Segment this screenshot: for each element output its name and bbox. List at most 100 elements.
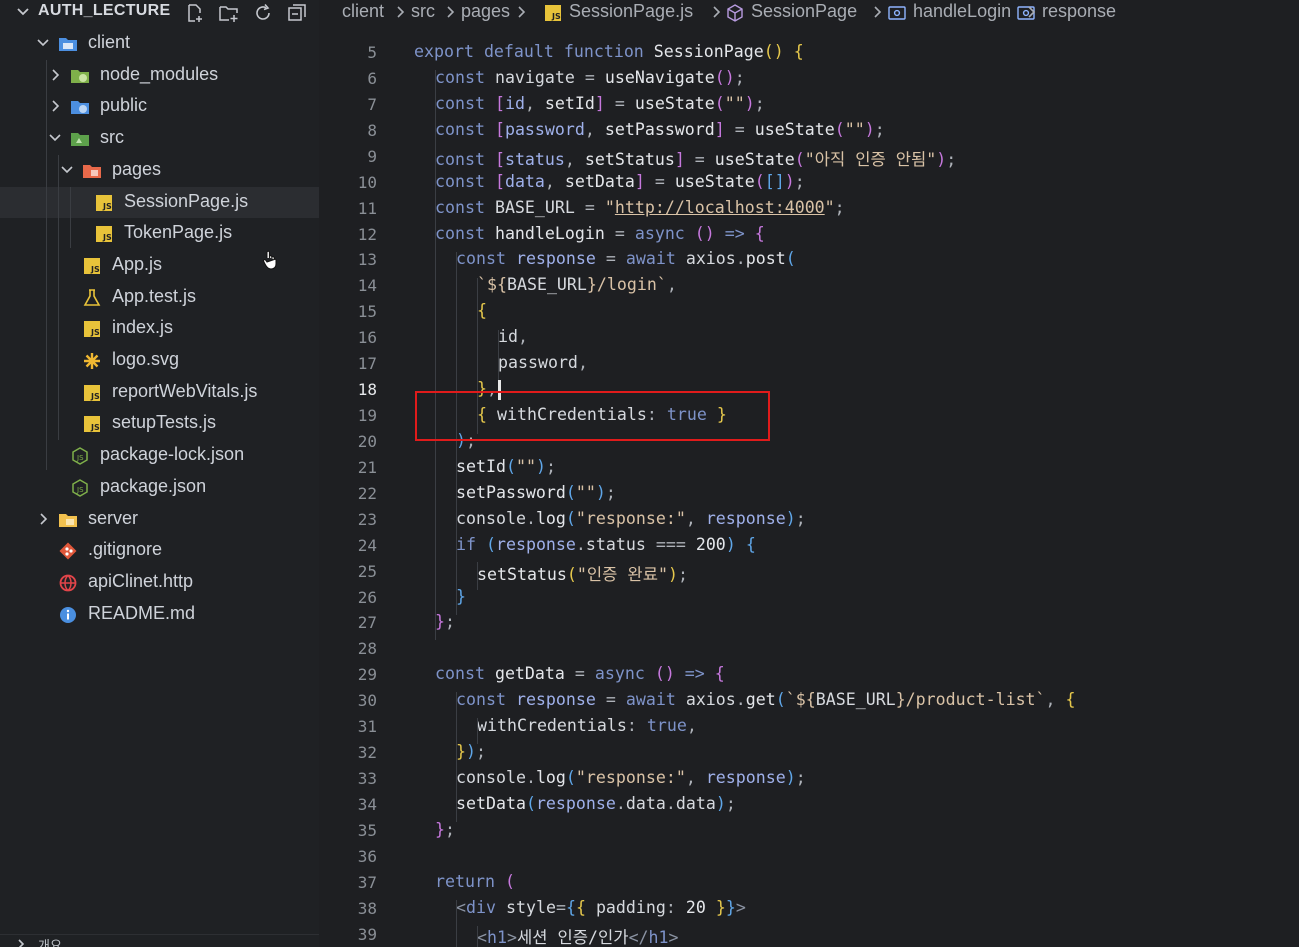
code-token: = bbox=[644, 171, 675, 191]
code-line[interactable]: <h1>세션 인증/인가</h1> bbox=[477, 924, 679, 947]
code-token: . bbox=[735, 690, 746, 710]
code-token: response bbox=[515, 249, 596, 269]
breadcrumb-item[interactable]: response bbox=[1042, 1, 1116, 22]
chevron-right-icon[interactable] bbox=[46, 97, 64, 115]
tree-item-server[interactable]: server bbox=[0, 504, 319, 535]
tree-item-app-test-js[interactable]: App.test.js bbox=[0, 282, 319, 313]
line-number: 6 bbox=[367, 68, 377, 88]
chevron-right-icon[interactable] bbox=[34, 510, 52, 528]
svg-text:JS: JS bbox=[102, 233, 112, 242]
chevron-down-icon[interactable] bbox=[14, 3, 32, 21]
chevron-right-icon[interactable] bbox=[46, 66, 64, 84]
code-line[interactable]: const [id, setId] = useState(""); bbox=[435, 94, 765, 113]
code-token: ; bbox=[754, 93, 765, 113]
code-line[interactable]: <div style={{ padding: 20 }}> bbox=[456, 898, 746, 917]
code-token: data bbox=[504, 171, 545, 191]
tree-item-index-js[interactable]: JS index.js bbox=[0, 313, 319, 344]
outline-section-header[interactable]: 개요 bbox=[0, 934, 319, 947]
chevron-down-icon[interactable] bbox=[34, 34, 52, 52]
code-line[interactable]: setStatus("인증 완료"); bbox=[477, 561, 688, 585]
code-token: = bbox=[684, 149, 715, 169]
code-line[interactable]: const getData = async () => { bbox=[435, 664, 725, 683]
breadcrumb-item[interactable]: src bbox=[411, 1, 435, 22]
tree-item-src[interactable]: src bbox=[0, 123, 319, 154]
collapse-all-icon[interactable] bbox=[286, 2, 308, 24]
code-line[interactable]: console.log("response:", response); bbox=[456, 768, 806, 787]
code-line[interactable]: const BASE_URL = "http://localhost:4000"… bbox=[435, 198, 845, 217]
breadcrumb-item[interactable]: SessionPage.js bbox=[569, 1, 693, 22]
chevron-down-icon[interactable] bbox=[46, 129, 64, 147]
code-line[interactable]: const response = await axios.get(`${BASE… bbox=[456, 690, 1076, 709]
code-token: BASE_URL bbox=[494, 197, 575, 217]
tree-item-reportwebvitals-js[interactable]: JS reportWebVitals.js bbox=[0, 377, 319, 408]
tree-item-sessionpage-js[interactable]: JS SessionPage.js bbox=[0, 186, 319, 218]
code-line[interactable]: setPassword(""); bbox=[456, 483, 616, 502]
code-token: < bbox=[477, 927, 487, 947]
new-file-icon[interactable] bbox=[184, 2, 206, 24]
code-token: { bbox=[754, 223, 765, 243]
code-line[interactable]: const [status, setStatus] = useState("아직… bbox=[435, 146, 956, 170]
breadcrumb-item[interactable]: client bbox=[342, 1, 384, 22]
tree-item-label: index.js bbox=[112, 317, 174, 338]
chevron-down-icon[interactable] bbox=[58, 161, 76, 179]
code-line[interactable]: return ( bbox=[435, 872, 515, 891]
tree-item-pages[interactable]: pages bbox=[0, 155, 319, 186]
tree-item-package-json[interactable]: JS package.json bbox=[0, 472, 319, 503]
code-token: `${ bbox=[785, 690, 816, 710]
breadcrumb-item[interactable]: SessionPage bbox=[751, 1, 857, 22]
breadcrumb-item[interactable]: pages bbox=[461, 1, 510, 22]
code-token: "" bbox=[844, 119, 865, 139]
code-line[interactable]: if (response.status === 200) { bbox=[456, 535, 756, 554]
refresh-icon[interactable] bbox=[252, 2, 274, 24]
code-token: { bbox=[477, 301, 487, 321]
code-token: get bbox=[745, 690, 776, 710]
code-token: ( bbox=[504, 871, 515, 891]
tree-item-setuptests-js[interactable]: JS setupTests.js bbox=[0, 408, 319, 439]
code-token: , bbox=[686, 716, 697, 736]
new-folder-icon[interactable] bbox=[218, 2, 240, 24]
explorer-header[interactable]: AUTH_LECTURE bbox=[0, 0, 319, 26]
code-line[interactable]: }); bbox=[456, 742, 486, 761]
code-line[interactable]: }; bbox=[435, 820, 455, 839]
tree-item-client[interactable]: client bbox=[0, 28, 319, 59]
tree-item-readme-md[interactable]: README.md bbox=[0, 599, 319, 630]
js-file-icon: JS bbox=[84, 321, 100, 338]
code-line[interactable]: setId(""); bbox=[456, 457, 556, 476]
tree-item-apiclinet-http[interactable]: apiClinet.http bbox=[0, 567, 319, 598]
code-line[interactable]: id, bbox=[498, 327, 528, 346]
code-token: === bbox=[645, 534, 696, 554]
line-number: 12 bbox=[357, 224, 377, 244]
code-token: ) bbox=[667, 564, 678, 584]
tree-item-gitignore[interactable]: .gitignore bbox=[0, 535, 319, 566]
code-line[interactable]: withCredentials: true, bbox=[477, 716, 697, 735]
tree-item-tokenpage-js[interactable]: JS TokenPage.js bbox=[0, 218, 319, 249]
code-line[interactable]: const [data, setData] = useState([]); bbox=[435, 172, 805, 191]
chevron-right-icon[interactable] bbox=[14, 937, 28, 947]
code-line[interactable]: const navigate = useNavigate(); bbox=[435, 68, 745, 87]
code-line[interactable]: password, bbox=[498, 353, 588, 372]
code-token: ; bbox=[734, 67, 745, 87]
code-line[interactable]: { bbox=[477, 301, 487, 320]
tree-item-public[interactable]: public bbox=[0, 91, 319, 122]
code-token: `${ bbox=[477, 275, 507, 295]
code-token: ( bbox=[565, 482, 576, 502]
code-token: password bbox=[498, 353, 578, 373]
code-token: BASE_URL bbox=[815, 690, 896, 710]
code-line[interactable]: const response = await axios.post( bbox=[456, 249, 796, 268]
code-line[interactable]: const [password, setPassword] = useState… bbox=[435, 120, 885, 139]
breadcrumb-item[interactable]: handleLogin bbox=[913, 1, 1011, 22]
code-line[interactable]: }; bbox=[435, 612, 455, 631]
tree-item-node-modules[interactable]: node_modules bbox=[0, 60, 319, 91]
tree-item-logo-svg[interactable]: logo.svg bbox=[0, 345, 319, 376]
tree-item-label: apiClinet.http bbox=[88, 570, 194, 591]
code-line[interactable]: `${BASE_URL}/login`, bbox=[477, 275, 677, 294]
code-line[interactable]: const handleLogin = async () => { bbox=[435, 224, 765, 243]
code-line[interactable]: setData(response.data.data); bbox=[456, 794, 736, 813]
code-line[interactable]: console.log("response:", response); bbox=[456, 509, 806, 528]
code-editor[interactable]: client src pages JS SessionPage.js SessionPag… bbox=[319, 0, 1299, 947]
code-line[interactable]: export default function SessionPage() { bbox=[414, 42, 804, 61]
code-token: = bbox=[564, 664, 595, 684]
tree-item-package-lock-json[interactable]: JS package-lock.json bbox=[0, 440, 319, 471]
code-line[interactable]: } bbox=[456, 587, 466, 606]
indent-guide bbox=[456, 692, 457, 822]
